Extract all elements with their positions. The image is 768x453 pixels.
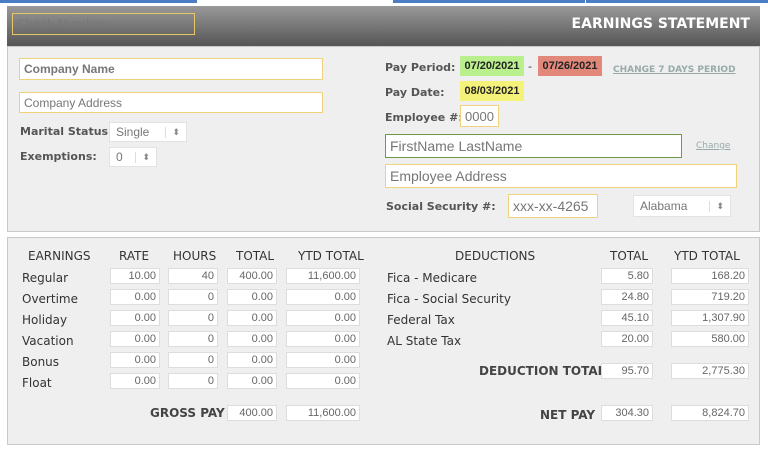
deductions-header: DEDUCTIONS <box>455 249 536 263</box>
exemptions-select[interactable]: 0 ⬍ <box>109 147 157 167</box>
hours-input[interactable]: 40 <box>168 268 218 284</box>
marital-status-value: Single <box>116 125 150 139</box>
earning-total: 0.00 <box>227 289 277 305</box>
period-separator: - <box>528 60 532 73</box>
earning-label: Bonus <box>22 355 60 369</box>
company-name-input[interactable]: Company Name <box>19 58 323 80</box>
updown-icon: ⬍ <box>709 200 724 212</box>
earning-label: Overtime <box>22 292 78 306</box>
deduction-total-header: TOTAL <box>610 249 649 263</box>
total-header: TOTAL <box>236 249 275 263</box>
pay-period-label: Pay Period: <box>385 61 456 74</box>
hours-input[interactable]: 0 <box>168 373 218 389</box>
top-tab-3[interactable] <box>393 0 585 3</box>
change-period-link[interactable]: CHANGE 7 DAYS PERIOD <box>613 65 736 75</box>
exemptions-label: Exemptions: <box>20 150 97 163</box>
gross-pay-label: GROSS PAY <box>150 406 225 420</box>
earning-ytd: 11,600.00 <box>286 268 360 284</box>
ssn-label: Social Security #: <box>386 200 496 213</box>
gross-pay-total: 400.00 <box>227 405 277 421</box>
exemptions-value: 0 <box>116 150 123 164</box>
hours-input[interactable]: 0 <box>168 352 218 368</box>
top-tab-4[interactable] <box>586 0 768 3</box>
hours-header: HOURS <box>173 249 217 263</box>
deduction-total[interactable]: 24.80 <box>601 289 653 305</box>
earning-ytd: 0.00 <box>286 331 360 347</box>
deduction-ytd: 719.20 <box>671 289 749 305</box>
pay-date-label: Pay Date: <box>385 86 445 99</box>
deduction-total-ytd: 2,775.30 <box>671 363 749 379</box>
deduction-ytd: 580.00 <box>671 331 749 347</box>
rate-input[interactable]: 0.00 <box>110 289 160 305</box>
earning-ytd: 0.00 <box>286 352 360 368</box>
earning-total: 0.00 <box>227 331 277 347</box>
gross-pay-ytd: 11,600.00 <box>286 405 360 421</box>
period-start-date[interactable]: 07/20/2021 <box>460 56 524 76</box>
earning-label: Float <box>22 376 52 390</box>
rate-input[interactable]: 0.00 <box>110 331 160 347</box>
rate-header: RATE <box>119 249 150 263</box>
net-pay-value: 304.30 <box>601 405 653 421</box>
earning-total: 400.00 <box>227 268 277 284</box>
employee-name-input[interactable]: FirstName LastName <box>385 134 682 158</box>
earning-label: Holiday <box>22 313 68 327</box>
deduction-ytd-header: YTD TOTAL <box>674 249 740 263</box>
marital-status-select[interactable]: Single ⬍ <box>109 122 187 142</box>
employee-number-input[interactable]: 0000 <box>460 105 499 127</box>
deduction-total-value: 95.70 <box>601 363 653 379</box>
pay-date[interactable]: 08/03/2021 <box>460 81 524 101</box>
earning-total: 0.00 <box>227 373 277 389</box>
hours-input[interactable]: 0 <box>168 331 218 347</box>
company-address-input[interactable]: Company Address <box>19 92 323 113</box>
earning-ytd: 0.00 <box>286 289 360 305</box>
employee-address-input[interactable]: Employee Address <box>385 164 737 188</box>
deduction-total[interactable]: 5.80 <box>601 268 653 284</box>
hours-input[interactable]: 0 <box>168 310 218 326</box>
deduction-total[interactable]: 45.10 <box>601 310 653 326</box>
ssn-input[interactable]: xxx-xx-4265 <box>508 194 598 218</box>
net-pay-label: NET PAY <box>540 408 596 422</box>
marital-status-label: Marital Status: <box>20 125 113 138</box>
updown-icon: ⬍ <box>165 126 180 138</box>
change-name-link[interactable]: Change <box>696 141 730 151</box>
earning-total: 0.00 <box>227 310 277 326</box>
top-tab-1[interactable] <box>0 0 197 3</box>
ytd-total-header: YTD TOTAL <box>298 249 364 263</box>
state-value: Alabama <box>640 199 688 213</box>
deduction-total-label: DEDUCTION TOTAL <box>479 364 606 378</box>
hours-input[interactable]: 0 <box>168 289 218 305</box>
deduction-label: Federal Tax <box>387 313 455 327</box>
earning-label: Vacation <box>22 334 74 348</box>
check-number-input[interactable]: Check Number <box>12 13 195 35</box>
rate-input[interactable]: 0.00 <box>110 310 160 326</box>
net-pay-ytd: 8,824.70 <box>671 405 749 421</box>
earning-ytd: 0.00 <box>286 310 360 326</box>
rate-input[interactable]: 0.00 <box>110 373 160 389</box>
rate-input[interactable]: 10.00 <box>110 268 160 284</box>
deduction-total[interactable]: 20.00 <box>601 331 653 347</box>
deduction-label: Fica - Medicare <box>387 271 477 285</box>
updown-icon: ⬍ <box>135 151 150 163</box>
earning-total: 0.00 <box>227 352 277 368</box>
deduction-ytd: 1,307.90 <box>671 310 749 326</box>
deduction-label: Fica - Social Security <box>387 292 511 306</box>
state-select[interactable]: Alabama ⬍ <box>633 195 731 217</box>
earning-label: Regular <box>22 271 69 285</box>
earning-ytd: 0.00 <box>286 373 360 389</box>
deduction-ytd: 168.20 <box>671 268 749 284</box>
page-title: EARNINGS STATEMENT <box>571 16 750 32</box>
deduction-label: AL State Tax <box>387 334 462 348</box>
rate-input[interactable]: 0.00 <box>110 352 160 368</box>
earnings-header: EARNINGS <box>28 249 91 263</box>
period-end-date[interactable]: 07/26/2021 <box>538 56 602 76</box>
employee-number-label: Employee #: <box>385 111 463 124</box>
